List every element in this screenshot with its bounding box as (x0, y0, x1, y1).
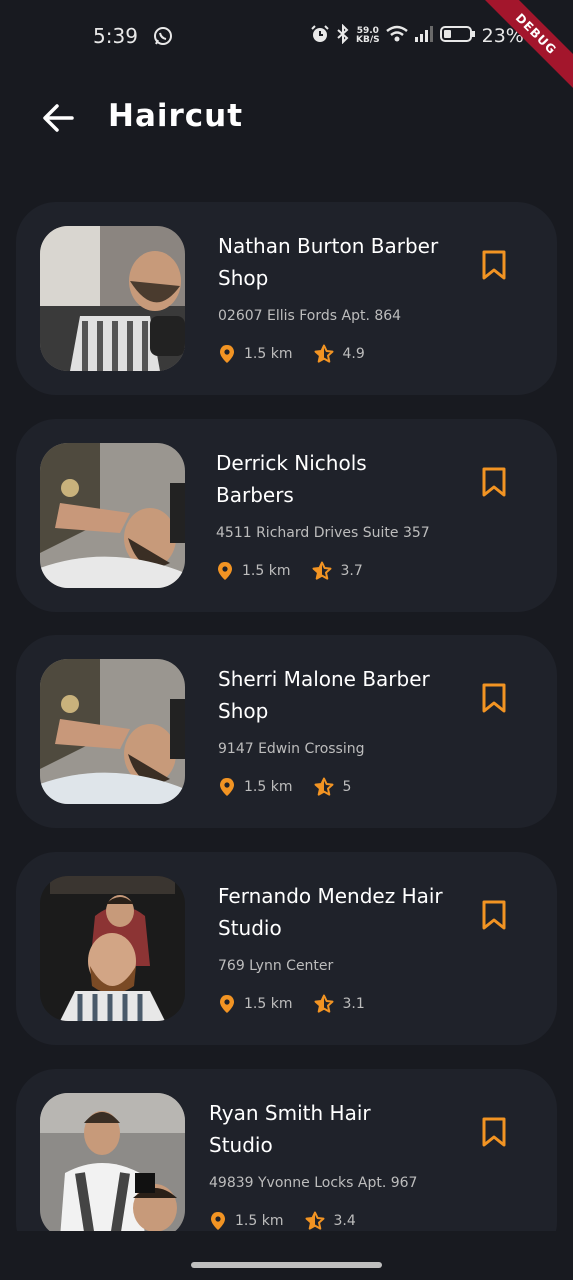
bookmark-icon (481, 467, 507, 502)
location-pin-icon (218, 777, 236, 797)
shop-thumbnail (40, 443, 185, 588)
shop-distance: 1.5 km (244, 346, 293, 362)
shop-name: Derrick Nichols Barbers (216, 451, 367, 507)
bookmark-button[interactable] (481, 249, 507, 281)
net-speed: 59.0 KB/S (356, 27, 380, 45)
shop-address: 9147 Edwin Crossing (218, 741, 365, 757)
shop-meta: 1.5 km 3.1 (218, 994, 365, 1014)
shop-distance: 1.5 km (244, 996, 293, 1012)
home-indicator[interactable] (191, 1262, 382, 1268)
shop-card[interactable]: Sherri Malone Barber Shop 9147 Edwin Cro… (16, 635, 557, 828)
system-nav-bar (0, 1231, 573, 1280)
shop-address: 769 Lynn Center (218, 958, 334, 974)
shop-distance: 1.5 km (242, 563, 291, 579)
location-pin-icon (216, 561, 234, 581)
shop-card[interactable]: Nathan Burton Barber Shop 02607 Ellis Fo… (16, 202, 557, 395)
shop-name: Ryan Smith Hair Studio (209, 1101, 371, 1157)
net-speed-unit: KB/S (356, 35, 380, 45)
shop-name: Sherri Malone Barber Shop (218, 667, 430, 723)
shop-card[interactable]: Derrick Nichols Barbers 4511 Richard Dri… (16, 419, 557, 612)
whatsapp-icon (152, 25, 174, 51)
shop-thumbnail (40, 876, 185, 1021)
shop-address: 02607 Ellis Fords Apt. 864 (218, 308, 402, 324)
shop-rating: 3.7 (340, 563, 363, 579)
shop-distance: 1.5 km (244, 779, 293, 795)
shop-name: Fernando Mendez Hair Studio (218, 884, 443, 940)
bookmark-button[interactable] (481, 899, 507, 931)
star-half-icon (305, 1211, 325, 1231)
wifi-icon (385, 25, 408, 47)
status-bar: 5:39 59.0 KB/S 23% DEBUG (0, 0, 573, 96)
shop-thumbnail (40, 226, 185, 371)
star-half-icon (314, 994, 334, 1014)
location-pin-icon (218, 344, 236, 364)
bookmark-button[interactable] (481, 466, 507, 498)
shop-rating: 3.4 (333, 1213, 356, 1229)
status-time: 5:39 (93, 24, 138, 48)
star-half-icon (314, 344, 334, 364)
location-pin-icon (209, 1211, 227, 1231)
shop-address: 49839 Yvonne Locks Apt. 967 (209, 1175, 418, 1191)
signal-icon (414, 26, 434, 46)
shop-distance: 1.5 km (235, 1213, 284, 1229)
back-button[interactable] (40, 100, 80, 136)
shop-card[interactable]: Fernando Mendez Hair Studio 769 Lynn Cen… (16, 852, 557, 1045)
shop-meta: 1.5 km 4.9 (218, 344, 365, 364)
bookmark-icon (481, 250, 507, 285)
star-half-icon (314, 777, 334, 797)
location-pin-icon (218, 994, 236, 1014)
shop-thumbnail (40, 1093, 185, 1238)
status-icons: 59.0 KB/S 23% (310, 23, 524, 48)
shop-rating: 5 (342, 779, 352, 795)
bookmark-icon (481, 900, 507, 935)
shop-rating: 4.9 (342, 346, 365, 362)
shop-meta: 1.5 km 3.4 (209, 1211, 356, 1231)
bookmark-button[interactable] (481, 682, 507, 714)
shop-name: Nathan Burton Barber Shop (218, 234, 439, 290)
app-bar: Haircut (0, 88, 573, 148)
battery-icon (439, 25, 476, 47)
alarm-icon (310, 24, 330, 48)
bluetooth-icon (336, 23, 350, 48)
shop-address: 4511 Richard Drives Suite 357 (216, 525, 430, 541)
bookmark-icon (481, 1117, 507, 1152)
bookmark-button[interactable] (481, 1116, 507, 1148)
star-half-icon (312, 561, 332, 581)
shop-meta: 1.5 km 3.7 (216, 561, 363, 581)
shop-thumbnail (40, 659, 185, 804)
shop-rating: 3.1 (342, 996, 365, 1012)
arrow-left-icon (40, 104, 76, 140)
bookmark-icon (481, 683, 507, 718)
shop-meta: 1.5 km 5 (218, 777, 351, 797)
page-title: Haircut (108, 98, 244, 134)
